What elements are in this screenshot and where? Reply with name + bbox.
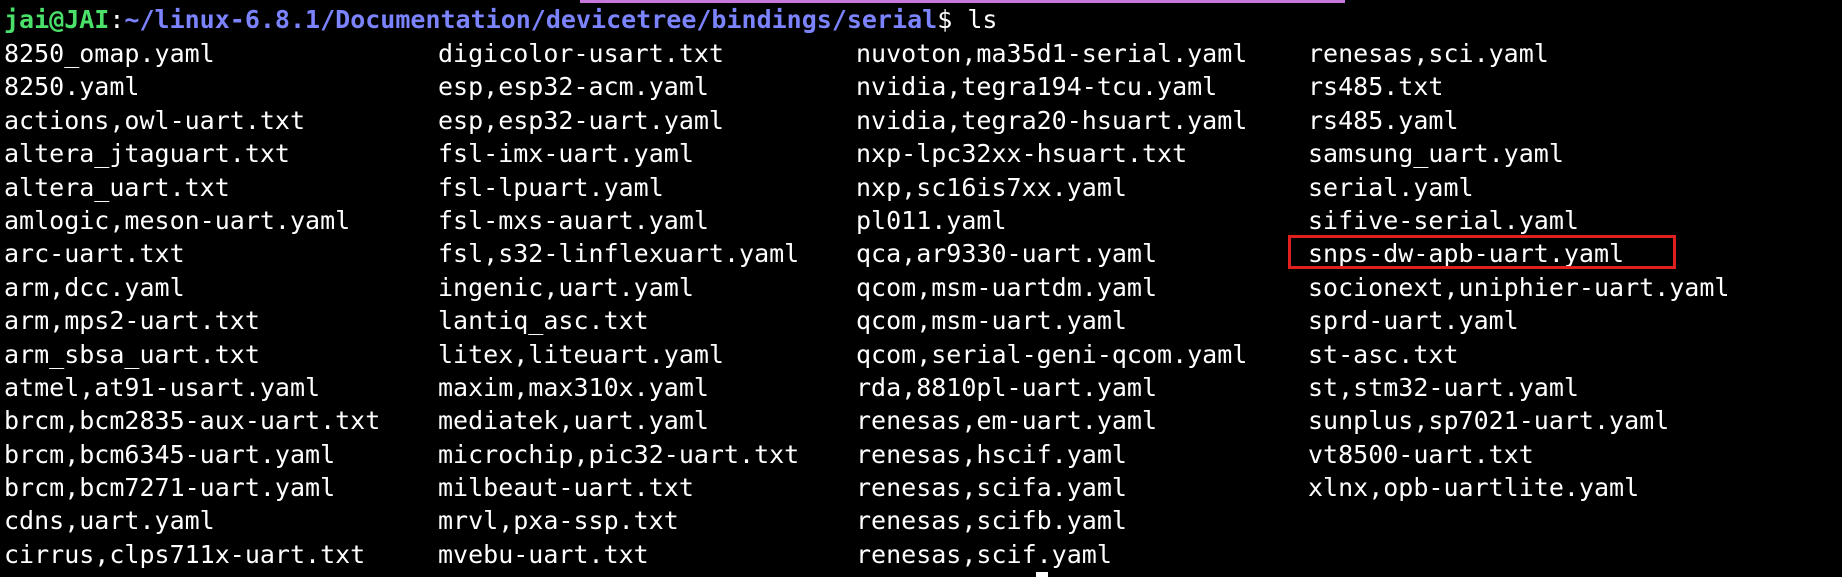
- file-entry: nvidia,tegra194-tcu.yaml: [856, 72, 1218, 102]
- ls-column: renesas,sci.yaml rs485.txt rs485.yaml samsu…: [1288, 37, 1808, 571]
- prompt-command: ls: [967, 5, 998, 34]
- file-entry: nxp-lpc32xx-hsuart.txt: [856, 139, 1188, 169]
- highlight-box: [1288, 235, 1676, 270]
- file-entry: qcom,msm-uartdm.yaml: [856, 272, 1158, 302]
- file-entry: mvebu-uart.txt: [438, 539, 649, 569]
- file-entry: renesas,sci.yaml: [1308, 39, 1549, 68]
- file-entry: altera_uart.txt: [4, 172, 230, 202]
- file-entry: maxim,max310x.yaml: [438, 372, 709, 402]
- file-entry: esp,esp32-uart.yaml: [438, 105, 724, 135]
- file-entry: sprd-uart.yaml: [1308, 306, 1519, 336]
- file-entry: amlogic,meson-uart.yaml: [4, 205, 351, 235]
- terminal-cursor: [1036, 572, 1048, 577]
- file-entry: nuvoton,ma35d1-serial.yaml: [856, 39, 1248, 68]
- file-entry: milbeaut-uart.txt: [438, 473, 694, 503]
- file-entry: vt8500-uart.txt: [1308, 439, 1534, 469]
- file-entry: cdns,uart.yaml: [4, 506, 215, 536]
- file-entry: st,stm32-uart.yaml: [1308, 372, 1579, 402]
- file-entry: sunplus,sp7021-uart.yaml: [1308, 406, 1670, 436]
- file-entry: arc-uart.txt: [4, 239, 185, 269]
- file-entry: qcom,serial-geni-qcom.yaml: [856, 339, 1248, 369]
- file-entry: socionext,uniphier-uart.yaml: [1308, 272, 1730, 302]
- file-entry: renesas,scif.yaml: [856, 539, 1112, 569]
- file-entry: arm_sbsa_uart.txt: [4, 339, 260, 369]
- file-entry: fsl-lpuart.yaml: [438, 172, 664, 202]
- file-entry: litex,liteuart.yaml: [438, 339, 724, 369]
- ls-column: 8250_omap.yaml 8250.yaml actions,owl-uart.…: [4, 37, 438, 571]
- file-entry: renesas,scifa.yaml: [856, 473, 1127, 503]
- file-entry: st-asc.txt: [1308, 339, 1459, 369]
- ls-column: digicolor-usart.txt esp,esp32-acm.yaml esp…: [438, 37, 856, 571]
- file-entry: cirrus,clps711x-uart.txt: [4, 539, 366, 569]
- file-entry: samsung_uart.yaml: [1308, 139, 1564, 169]
- file-entry: brcm,bcm6345-uart.yaml: [4, 439, 336, 469]
- file-entry: serial.yaml: [1308, 172, 1474, 202]
- file-entry: arm,mps2-uart.txt: [4, 306, 260, 336]
- file-entry: arm,dcc.yaml: [4, 272, 185, 302]
- file-entry: 8250.yaml: [4, 72, 140, 102]
- file-entry: nvidia,tegra20-hsuart.yaml: [856, 105, 1248, 135]
- file-entry: 8250_omap.yaml: [4, 39, 215, 68]
- file-entry: snps-dw-apb-uart.yaml: [1288, 235, 1808, 270]
- prompt-separator: :: [109, 5, 125, 34]
- prompt-path: ~/linux-6.8.1/Documentation/devicetree/b…: [124, 5, 938, 34]
- file-entry: microchip,pic32-uart.txt: [438, 439, 800, 469]
- file-entry: qca,ar9330-uart.yaml: [856, 239, 1158, 269]
- prompt-user-host: jai@JAI: [4, 5, 110, 34]
- file-entry: mrvl,pxa-ssp.txt: [438, 506, 679, 536]
- ls-column: nuvoton,ma35d1-serial.yaml nvidia,tegra19…: [856, 37, 1308, 571]
- shell-prompt-line: jai@JAI:~/linux-6.8.1/Documentation/devi…: [4, 3, 1842, 37]
- file-entry: rs485.yaml: [1308, 105, 1459, 135]
- prompt-symbol: $: [937, 5, 968, 34]
- file-entry: xlnx,opb-uartlite.yaml: [1308, 473, 1640, 503]
- ls-output-grid: 8250_omap.yaml 8250.yaml actions,owl-uart.…: [4, 37, 1842, 571]
- terminal-output[interactable]: jai@JAI:~/linux-6.8.1/Documentation/devi…: [4, 3, 1842, 571]
- file-entry: digicolor-usart.txt: [438, 39, 724, 68]
- file-entry: fsl-mxs-auart.yaml: [438, 205, 709, 235]
- file-entry: renesas,scifb.yaml: [856, 506, 1127, 536]
- file-entry: sifive-serial.yaml: [1308, 205, 1579, 235]
- file-entry: brcm,bcm2835-aux-uart.txt: [4, 406, 381, 436]
- file-entry: qcom,msm-uart.yaml: [856, 306, 1127, 336]
- file-entry: brcm,bcm7271-uart.yaml: [4, 473, 336, 503]
- file-entry: pl011.yaml: [856, 205, 1007, 235]
- file-entry: esp,esp32-acm.yaml: [438, 72, 709, 102]
- file-entry: renesas,hscif.yaml: [856, 439, 1127, 469]
- file-entry: ingenic,uart.yaml: [438, 272, 694, 302]
- file-entry: lantiq_asc.txt: [438, 306, 649, 336]
- file-entry: rda,8810pl-uart.yaml: [856, 372, 1158, 402]
- file-entry: rs485.txt: [1308, 72, 1444, 102]
- file-entry: actions,owl-uart.txt: [4, 105, 306, 135]
- file-entry: nxp,sc16is7xx.yaml: [856, 172, 1127, 202]
- file-entry: atmel,at91-usart.yaml: [4, 372, 321, 402]
- file-entry: altera_jtaguart.txt: [4, 139, 290, 169]
- file-entry: mediatek,uart.yaml: [438, 406, 709, 436]
- file-entry: renesas,em-uart.yaml: [856, 406, 1158, 436]
- file-entry: fsl,s32-linflexuart.yaml: [438, 239, 800, 269]
- file-entry: fsl-imx-uart.yaml: [438, 139, 694, 169]
